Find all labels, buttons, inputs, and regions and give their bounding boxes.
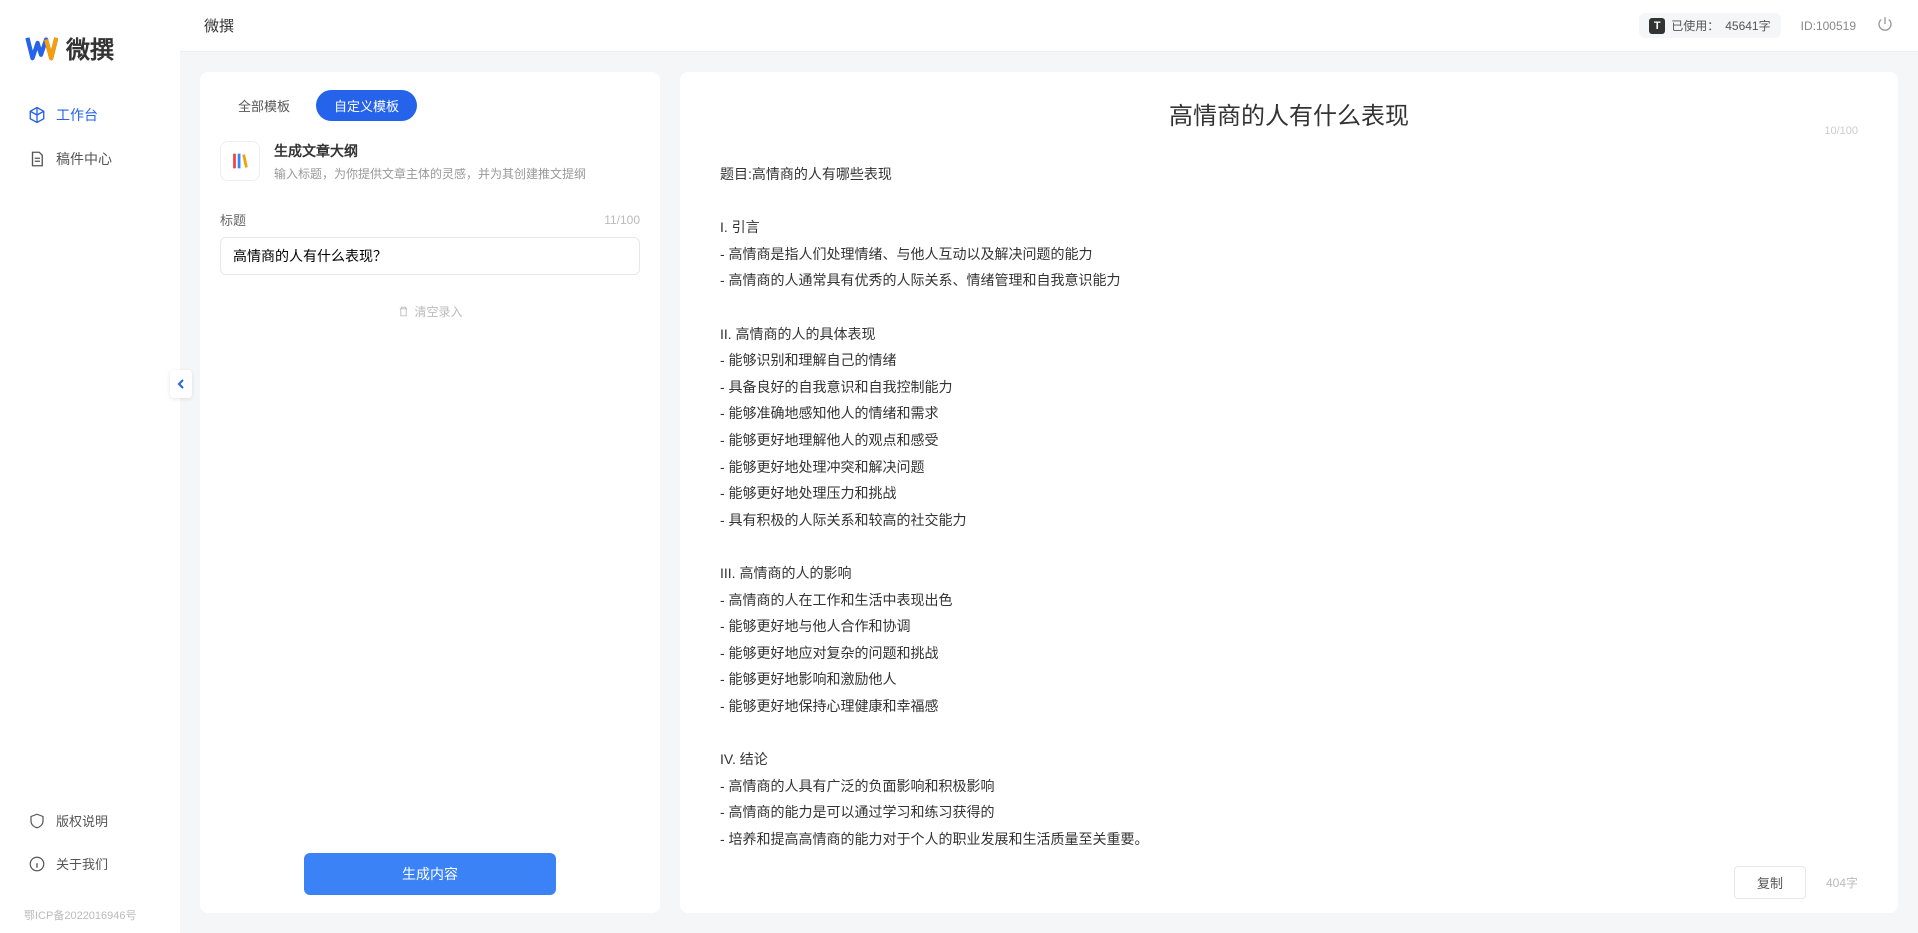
title-field-section: 标题 11/100 <box>200 198 660 287</box>
tab-all-templates[interactable]: 全部模板 <box>220 90 308 121</box>
template-info: 生成文章大纲 输入标题，为你提供文章主体的灵感，并为其创建推文提纲 <box>274 141 586 182</box>
left-panel: 全部模板 自定义模板 生成文章大纲 输入标题，为你提供文章主体的灵感，并为其创建… <box>200 72 660 913</box>
result-footer: 复制 404字 <box>680 852 1898 913</box>
document-icon <box>28 150 46 168</box>
template-tabs: 全部模板 自定义模板 <box>200 72 660 131</box>
word-count: 404字 <box>1826 874 1858 891</box>
power-icon <box>1876 15 1894 33</box>
template-icon <box>220 141 260 181</box>
sidebar-nav: 工作台 稿件中心 <box>0 95 180 801</box>
sidebar-item-workspace[interactable]: 工作台 <box>16 95 164 135</box>
clear-label: 清空录入 <box>414 303 462 320</box>
logo-icon <box>24 31 58 65</box>
sidebar-item-drafts[interactable]: 稿件中心 <box>16 139 164 179</box>
field-label: 标题 <box>220 210 246 229</box>
books-icon <box>229 150 251 172</box>
user-id: ID:100519 <box>1801 19 1856 33</box>
field-counter: 11/100 <box>604 213 640 227</box>
template-title: 生成文章大纲 <box>274 141 586 161</box>
sidebar: 微撰 工作台 稿件中心 版权说明 关于我们 鄂ICP备2022016946号 <box>0 0 180 933</box>
clear-input-link[interactable]: 清空录入 <box>200 287 660 336</box>
sidebar-item-about[interactable]: 关于我们 <box>16 844 164 883</box>
logo-text: 微撰 <box>66 30 114 65</box>
template-card: 生成文章大纲 输入标题，为你提供文章主体的灵感，并为其创建推文提纲 <box>200 131 660 198</box>
sidebar-collapse-handle[interactable] <box>170 370 192 398</box>
topbar: 微撰 T 已使用： 45641字 ID:100519 <box>180 0 1918 52</box>
sidebar-bottom: 版权说明 关于我们 <box>0 801 180 907</box>
template-desc: 输入标题，为你提供文章主体的灵感，并为其创建推文提纲 <box>274 165 586 182</box>
shield-icon <box>28 812 46 830</box>
icp-text: 鄂ICP备2022016946号 <box>0 907 180 933</box>
sidebar-item-label: 稿件中心 <box>56 149 112 169</box>
right-panel: 高情商的人有什么表现 10/100 题目:高情商的人有哪些表现 I. 引言 - … <box>680 72 1898 913</box>
title-counter: 10/100 <box>1824 125 1858 137</box>
usage-badge[interactable]: T 已使用： 45641字 <box>1639 13 1780 38</box>
title-input[interactable] <box>220 237 640 275</box>
topbar-title: 微撰 <box>204 15 234 36</box>
tab-custom-templates[interactable]: 自定义模板 <box>316 90 417 121</box>
info-icon <box>28 855 46 873</box>
copy-button[interactable]: 复制 <box>1734 866 1806 899</box>
trash-icon <box>397 305 410 318</box>
usage-label: 已使用： <box>1671 17 1719 34</box>
usage-value: 45641字 <box>1725 17 1770 34</box>
sidebar-item-label: 版权说明 <box>56 811 108 830</box>
chevron-left-icon <box>175 378 187 390</box>
text-icon: T <box>1649 18 1665 34</box>
main: 微撰 T 已使用： 45641字 ID:100519 全部模板 自定义模板 <box>180 0 1918 933</box>
content: 全部模板 自定义模板 生成文章大纲 输入标题，为你提供文章主体的灵感，并为其创建… <box>180 52 1918 933</box>
result-header: 高情商的人有什么表现 10/100 <box>680 72 1898 137</box>
power-button[interactable] <box>1876 15 1894 36</box>
result-title[interactable]: 高情商的人有什么表现 <box>1169 104 1409 130</box>
result-body[interactable]: 题目:高情商的人有哪些表现 I. 引言 - 高情商是指人们处理情绪、与他人互动以… <box>680 137 1898 852</box>
sidebar-item-copyright[interactable]: 版权说明 <box>16 801 164 840</box>
generate-button[interactable]: 生成内容 <box>304 853 556 895</box>
left-panel-bottom: 生成内容 <box>200 835 660 913</box>
sidebar-item-label: 工作台 <box>56 105 98 125</box>
field-header: 标题 11/100 <box>220 210 640 229</box>
topbar-right: T 已使用： 45641字 ID:100519 <box>1639 13 1894 38</box>
logo: 微撰 <box>0 30 180 95</box>
sidebar-item-label: 关于我们 <box>56 854 108 873</box>
cube-icon <box>28 106 46 124</box>
